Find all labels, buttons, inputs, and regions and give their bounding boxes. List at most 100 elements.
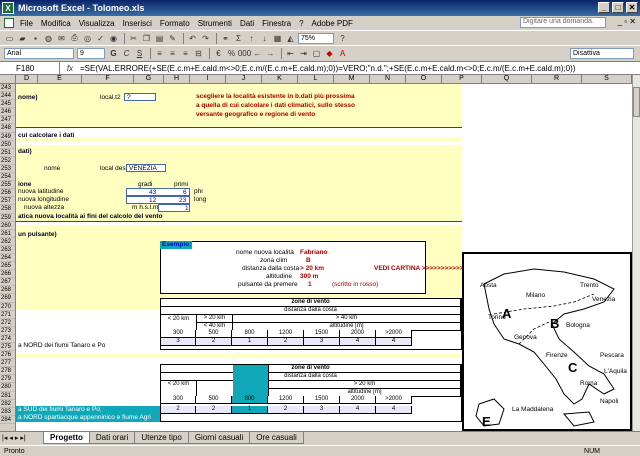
tab-navigation[interactable]: |◂ ◂ ▸ ▸| [0,432,44,444]
row-header[interactable]: 278 [0,367,15,376]
column-header[interactable]: Q [482,75,532,84]
zone-button[interactable]: 4 [376,338,412,346]
vertical-scrollbar[interactable] [632,75,640,431]
row-header[interactable]: 257 [0,197,15,206]
permission-icon[interactable]: ◍ [43,33,54,44]
preview-icon[interactable]: ◎ [82,33,93,44]
font-color-icon[interactable]: A [337,48,348,59]
worksheet-grid[interactable]: D E F G H I J K L M N O P Q R S 243 244 24… [0,75,632,431]
close-button[interactable]: ✕ [626,2,638,13]
zone-button[interactable]: 3 [304,338,340,346]
row-header[interactable]: 259 [0,214,15,222]
column-header[interactable]: S [582,75,632,84]
style-select[interactable]: Disattiva [570,47,634,59]
zone-button[interactable]: 3 [304,406,340,414]
italic-button[interactable]: C [121,48,132,59]
open-icon[interactable]: ▰ [17,33,28,44]
zone-button[interactable]: 1 [232,406,268,414]
row-header[interactable]: 280 [0,383,15,392]
column-header[interactable]: J [226,75,262,84]
column-header[interactable]: R [532,75,582,84]
cut-icon[interactable]: ✂ [128,33,139,44]
menu-strumenti[interactable]: Strumenti [198,19,232,28]
row-header[interactable]: 263 [0,246,15,254]
font-select[interactable]: Arial [4,47,74,59]
column-header[interactable]: H [164,75,190,84]
row-header[interactable]: 272 [0,319,15,327]
local-input[interactable]: ? [124,93,156,101]
row-header[interactable]: 254 [0,173,15,182]
print-icon[interactable]: ⎙ [69,33,80,44]
decrease-decimal-icon[interactable]: → [265,48,276,59]
formula-input[interactable]: =SE(VAL.ERRORE(+SE(E.c.m+E.cald.m<>0;E.c… [80,64,640,73]
decrease-indent-icon[interactable]: ⇤ [285,48,296,59]
zone-button[interactable]: 2 [196,338,232,346]
hyperlink-icon[interactable]: ⚭ [220,33,231,44]
row-header[interactable]: 282 [0,400,15,408]
copy-icon[interactable]: ❐ [141,33,152,44]
research-icon[interactable]: ◉ [108,33,119,44]
menu-modifica[interactable]: Modifica [41,19,71,28]
row-header[interactable]: 251 [0,149,15,157]
row-header[interactable]: 260 [0,222,15,230]
menu-dati[interactable]: Dati [240,19,254,28]
column-header[interactable]: N [370,75,406,84]
increase-indent-icon[interactable]: ⇥ [298,48,309,59]
align-center-icon[interactable]: ≡ [167,48,178,59]
row-header[interactable]: 264 [0,254,15,263]
row-header[interactable]: 261 [0,230,15,238]
format-painter-icon[interactable]: ✎ [167,33,178,44]
zone-button[interactable]: 4 [376,406,412,414]
sort-asc-icon[interactable]: ↑ [246,33,257,44]
bold-button[interactable]: G [108,48,119,59]
row-header[interactable]: 267 [0,278,15,287]
row-header[interactable]: 283 [0,408,15,416]
help-icon[interactable]: ? [337,33,348,44]
menu-finestra[interactable]: Finestra [262,19,291,28]
zone-button[interactable]: 1 [232,338,268,346]
paste-icon[interactable]: ▤ [154,33,165,44]
borders-icon[interactable]: ▢ [311,48,322,59]
menu-file[interactable]: File [20,19,33,28]
redo-icon[interactable]: ↷ [200,33,211,44]
menu-visualizza[interactable]: Visualizza [79,19,115,28]
last-tab-icon[interactable]: ▸| [20,434,25,442]
row-header[interactable]: 266 [0,270,15,279]
row-header[interactable]: 248 [0,124,15,133]
column-header[interactable]: K [262,75,298,84]
align-right-icon[interactable]: ≡ [180,48,191,59]
merge-center-icon[interactable]: ⊟ [193,48,204,59]
row-header[interactable]: 271 [0,311,15,319]
row-header[interactable]: 262 [0,238,15,246]
row-header[interactable]: 276 [0,351,15,360]
scroll-thumb[interactable] [633,87,640,117]
zone-button[interactable]: 2 [268,406,304,414]
column-header[interactable]: G [134,75,164,84]
row-header[interactable]: 245 [0,100,15,109]
column-header[interactable]: I [190,75,226,84]
autosum-icon[interactable]: Σ [233,33,244,44]
column-header[interactable]: E [38,75,82,84]
tab-giorni-casuali[interactable]: Giorni casuali [187,432,251,444]
increase-decimal-icon[interactable]: ← [252,48,263,59]
font-size-select[interactable]: 9 [77,47,105,59]
first-tab-icon[interactable]: |◂ [2,434,7,442]
tab-utenze-tipo[interactable]: Utenze tipo [134,432,189,444]
lat-input[interactable]: 43 6 [126,188,190,196]
row-header[interactable]: 250 [0,141,15,149]
chart-wizard-icon[interactable]: ▦ [272,33,283,44]
row-header[interactable]: 279 [0,375,15,384]
row-header[interactable]: 268 [0,286,15,295]
undo-icon[interactable]: ↶ [187,33,198,44]
prev-tab-icon[interactable]: ◂ [9,434,13,442]
row-header[interactable]: 247 [0,116,15,125]
row-header[interactable]: 265 [0,262,15,271]
minimize-button[interactable]: _ [598,2,610,13]
help-search-input[interactable]: Digitare una domanda. [520,17,606,28]
align-left-icon[interactable]: ≡ [154,48,165,59]
zone-button[interactable]: 2 [268,338,304,346]
row-header[interactable]: 284 [0,416,15,424]
save-icon[interactable]: ▪ [30,33,41,44]
row-header[interactable]: 270 [0,303,15,311]
zone-button[interactable]: 2 [196,406,232,414]
